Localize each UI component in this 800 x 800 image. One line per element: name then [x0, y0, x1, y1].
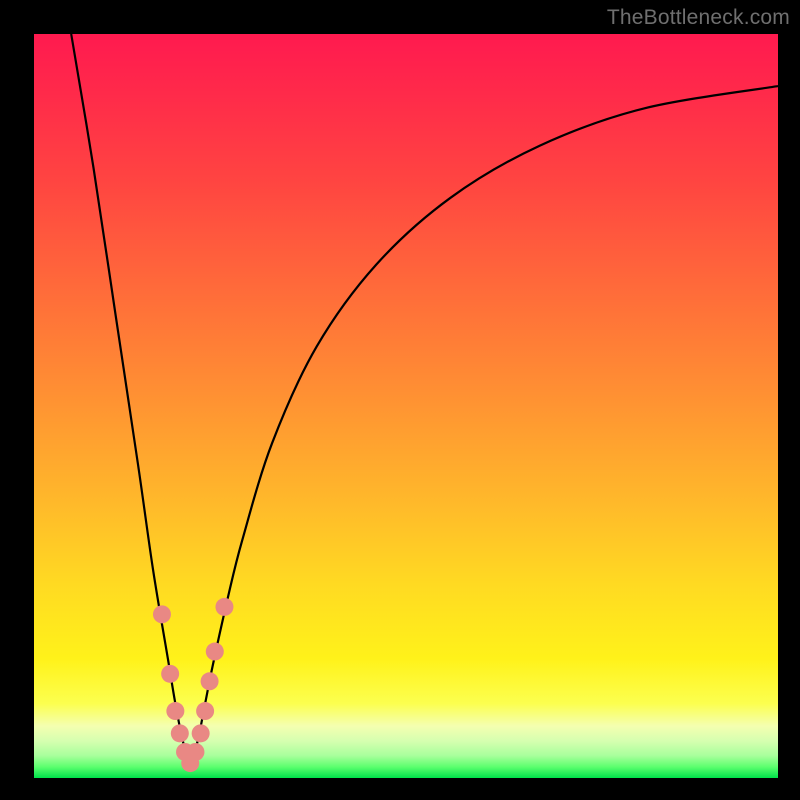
curve-marker [166, 702, 184, 720]
plot-area [34, 34, 778, 778]
curve-marker [161, 665, 179, 683]
bottleneck-curve [71, 34, 778, 763]
curve-marker [186, 743, 204, 761]
curve-marker [206, 643, 224, 661]
curve-marker [192, 724, 210, 742]
curve-marker [201, 672, 219, 690]
curve-marker [196, 702, 214, 720]
curve-marker [215, 598, 233, 616]
chart-frame: TheBottleneck.com [0, 0, 800, 800]
curve-marker [153, 605, 171, 623]
watermark-text: TheBottleneck.com [607, 6, 790, 30]
curve-marker [171, 724, 189, 742]
curve-layer [34, 34, 778, 778]
